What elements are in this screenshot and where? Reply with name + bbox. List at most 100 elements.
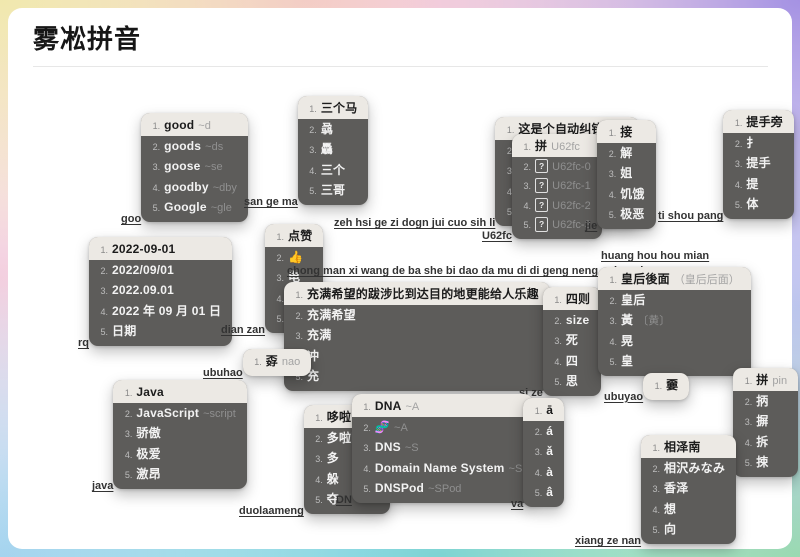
candidate-box-java: java 1. Java 2. JavaScript ~script 3. 骄傲 4. 极爱 5. 激… bbox=[89, 377, 247, 494]
candidate-number: 2. bbox=[100, 265, 108, 276]
candidate-item[interactable]: 3. ǎ bbox=[523, 442, 564, 463]
candidate-item[interactable]: 2. 抦 bbox=[733, 391, 798, 412]
candidate-item[interactable]: 1. 点赞 bbox=[265, 224, 324, 248]
candidate-text: 骄傲 bbox=[136, 426, 161, 441]
candidate-item[interactable]: 5. 充 bbox=[284, 367, 550, 391]
candidate-item[interactable]: 4. 想 bbox=[641, 499, 736, 520]
candidate-comment: （皇后后面） bbox=[673, 274, 740, 286]
input-code-label: DN bbox=[336, 493, 352, 506]
candidate-item[interactable]: 1. 2022-09-01 bbox=[89, 237, 233, 261]
candidate-text: 体 bbox=[746, 197, 759, 212]
candidate-item[interactable]: 3. 黃〔黄〕 bbox=[598, 311, 751, 332]
candidate-text: 思 bbox=[565, 374, 579, 389]
candidate-item[interactable]: 1. ā bbox=[523, 398, 565, 422]
page-title: 雾凇拼音 bbox=[33, 24, 142, 54]
candidate-box-va: va 1. ā 2. á 3. ǎ 4. à 5. â bbox=[508, 395, 565, 512]
candidate-number: 2. bbox=[276, 252, 285, 263]
candidate-item[interactable]: 4. 四 bbox=[543, 351, 601, 372]
candidate-item[interactable]: 2. á bbox=[523, 421, 564, 442]
candidate-item[interactable]: 3. goose ~se bbox=[141, 157, 248, 178]
candidate-text: 2022-09-01 bbox=[112, 242, 176, 256]
candidate-text: 点赞 bbox=[288, 229, 313, 243]
candidate-comment: ~S bbox=[404, 442, 419, 455]
candidate-item[interactable]: 3. 姐 bbox=[597, 164, 655, 185]
candidate-text: à bbox=[546, 464, 554, 479]
candidate-item[interactable]: 5. 激昂 bbox=[113, 465, 246, 489]
candidate-item[interactable]: 5. 向 bbox=[641, 520, 736, 544]
candidate-item[interactable]: 4.冲 bbox=[284, 346, 550, 367]
candidate-item[interactable]: 3. 骄傲 bbox=[113, 424, 246, 445]
candidate-text: DNS bbox=[374, 440, 401, 455]
candidate-item[interactable]: 5. 极恶 bbox=[597, 205, 655, 229]
candidate-item[interactable]: 1. 相泽南 bbox=[641, 435, 737, 459]
candidate-item[interactable]: 2. 皇后 bbox=[598, 290, 751, 311]
candidate-item[interactable]: 3. 香泽 bbox=[641, 479, 736, 500]
candidate-item[interactable]: 1. 提手旁 bbox=[723, 110, 794, 134]
candidate-item[interactable]: 5. DNSPod ~SPod bbox=[352, 479, 533, 503]
candidate-comment: nao bbox=[281, 356, 301, 368]
candidate-item[interactable]: 4. 2022 年 09 月 01 日 bbox=[89, 301, 232, 322]
candidate-item[interactable]: 1. 四则 bbox=[542, 287, 602, 311]
candidate-item[interactable]: 4. 提 bbox=[723, 174, 794, 195]
candidate-panel: 1. 拼 pin 2. 抦 3. 摒 4. 拆 5. 捒 bbox=[733, 368, 799, 477]
candidate-item[interactable]: 2. 2022/09/01 bbox=[89, 260, 232, 281]
candidate-item[interactable]: 3. DNS ~S bbox=[352, 438, 533, 459]
candidate-number: 5. bbox=[315, 495, 323, 506]
candidate-comment: ~ds bbox=[205, 140, 224, 153]
candidate-text: 皇后 bbox=[621, 292, 646, 307]
candidate-item[interactable]: 2. 相沢みなみ bbox=[641, 458, 736, 479]
candidate-panel: 1. 皇后後面 （皇后后面） 2. 皇后 3. 黃〔黄〕 4. 晃 5. 皇 bbox=[598, 267, 751, 376]
candidate-number: 2. bbox=[734, 138, 743, 149]
candidate-item[interactable]: 3. 提手 bbox=[723, 154, 794, 175]
candidate-item[interactable]: 5. 捒 bbox=[733, 453, 798, 477]
candidate-text: 激昂 bbox=[136, 467, 161, 482]
candidate-item[interactable]: 1. DNA ~A bbox=[351, 394, 534, 418]
candidate-item[interactable]: 2. 解 bbox=[597, 143, 655, 164]
candidate-item[interactable]: 4. 晃 bbox=[598, 331, 751, 352]
candidate-item[interactable]: 1. 皇后後面 （皇后后面） bbox=[598, 267, 751, 291]
candidate-text: 充满希望 bbox=[307, 307, 356, 322]
candidate-item[interactable]: 3. 充满 bbox=[284, 326, 550, 347]
candidate-item[interactable]: 4. goodby ~dby bbox=[141, 177, 248, 198]
candidate-item[interactable]: 5. 日期 bbox=[89, 322, 232, 346]
candidate-item[interactable]: 4. 拆 bbox=[733, 432, 798, 453]
candidate-item[interactable]: 2. 充满希望 bbox=[284, 305, 550, 326]
candidate-item[interactable]: 4. à bbox=[523, 462, 564, 483]
candidate-item[interactable]: 1. 充满希望的跋涉比到达目的地更能给人乐趣 bbox=[284, 282, 550, 306]
candidate-comment: pin bbox=[772, 375, 788, 387]
candidate-text: Domain Name System bbox=[374, 460, 505, 475]
candidate-text: 提手 bbox=[746, 156, 771, 171]
candidate-item[interactable]: 4. 极爱 bbox=[113, 444, 246, 465]
candidate-number: 5. bbox=[554, 377, 562, 388]
candidate-item[interactable]: 1. Java bbox=[113, 380, 247, 404]
candidate-text: Java bbox=[136, 385, 164, 399]
input-code-label: rq bbox=[78, 336, 89, 349]
candidate-item[interactable]: 5. â bbox=[523, 483, 564, 507]
candidate-item[interactable]: 3. 2022.09.01 bbox=[89, 281, 232, 302]
candidate-item[interactable]: 2. 🧬 ~A bbox=[352, 417, 533, 438]
candidate-item[interactable]: 2. size bbox=[543, 310, 601, 331]
candidate-number: 1. bbox=[654, 381, 663, 391]
candidate-item[interactable]: 1. good ~d bbox=[141, 113, 248, 137]
candidate-number: 5. bbox=[523, 220, 531, 231]
candidate-item[interactable]: 2. 扌 bbox=[723, 133, 794, 154]
candidate-number: 5. bbox=[744, 458, 753, 469]
candidate-number: 3. bbox=[295, 331, 303, 342]
candidate-item[interactable]: 2. JavaScript ~script bbox=[113, 403, 246, 424]
candidate-item[interactable]: 1. 拼 pin bbox=[733, 368, 799, 392]
candidate-item[interactable]: 3. 摒 bbox=[733, 412, 798, 433]
candidate-item[interactable]: 5. Google ~gle bbox=[141, 198, 248, 222]
candidate-number: 3. bbox=[100, 286, 108, 297]
candidate-item[interactable]: 4. Domain Name System ~S bbox=[352, 458, 533, 479]
candidate-item[interactable]: 3. 死 bbox=[543, 331, 601, 352]
candidate-text: 2022 年 09 月 01 日 bbox=[112, 303, 222, 318]
candidate-panel: 1. Java 2. JavaScript ~script 3. 骄傲 4. 极爱 5. 激昂 bbox=[113, 380, 247, 489]
candidate-item[interactable]: 2. goods ~ds bbox=[141, 136, 248, 157]
candidate-item[interactable]: 5. 思 bbox=[543, 372, 601, 396]
candidate-item[interactable]: 1. 接 bbox=[597, 120, 656, 144]
candidate-comment: ~SPod bbox=[428, 483, 462, 496]
candidate-item[interactable]: 5. 体 bbox=[723, 195, 794, 219]
candidate-item[interactable]: 1. 孬 nao bbox=[242, 349, 312, 376]
candidate-box-goo: goo 1. good ~d 2. goods ~ds 3. goose ~se 4. goodby ~… bbox=[118, 110, 248, 227]
candidate-item[interactable]: 4. 饥饿 bbox=[597, 184, 655, 205]
